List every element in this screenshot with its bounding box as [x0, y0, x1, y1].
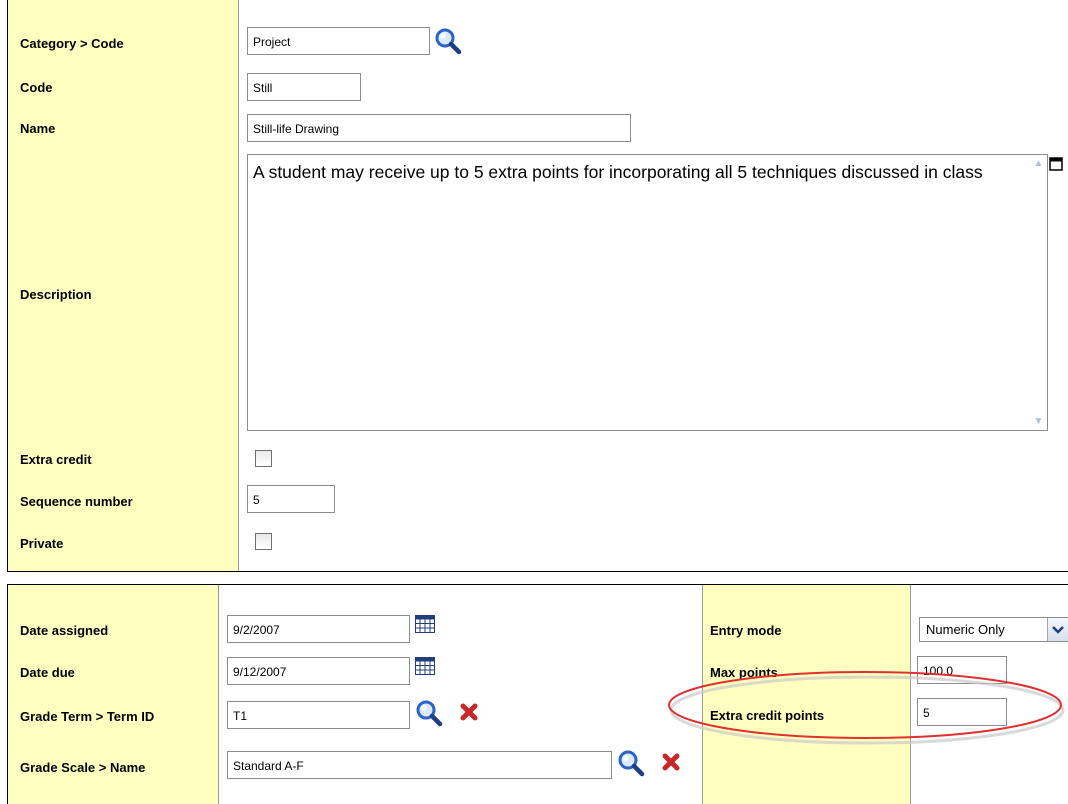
entry-mode-select[interactable]: Numeric Only — [919, 617, 1068, 642]
sequence-number-input[interactable]: 5 — [247, 485, 335, 513]
grade-term-input[interactable]: T1 — [227, 701, 410, 729]
scroll-down-icon[interactable]: ▼ — [1030, 413, 1047, 430]
description-label: Description — [20, 287, 92, 302]
date-due-label: Date due — [20, 665, 75, 680]
calendar-icon[interactable] — [415, 615, 435, 633]
entry-mode-value: Numeric Only — [926, 622, 1005, 637]
magnifier-icon[interactable] — [434, 27, 462, 55]
window-expand-icon[interactable] — [1049, 157, 1063, 171]
red-x-icon[interactable] — [661, 752, 681, 772]
date-due-input[interactable]: 9/12/2007 — [227, 657, 410, 685]
chevron-down-icon[interactable] — [1047, 618, 1068, 641]
entry-mode-label: Entry mode — [710, 623, 782, 638]
code-label: Code — [20, 80, 53, 95]
name-label: Name — [20, 121, 56, 136]
grade-scale-input[interactable]: Standard A-F — [227, 751, 612, 779]
magnifier-icon[interactable] — [415, 699, 443, 727]
grade-scale-label: Grade Scale > Name — [20, 760, 146, 775]
category-code-input[interactable]: Project — [247, 27, 430, 55]
description-text[interactable]: A student may receive up to 5 extra poin… — [253, 160, 1013, 184]
private-checkbox[interactable] — [255, 533, 272, 550]
grade-term-label: Grade Term > Term ID — [20, 709, 155, 724]
magnifier-icon[interactable] — [617, 749, 645, 777]
calendar-icon[interactable] — [415, 657, 435, 675]
extra-credit-checkbox[interactable] — [255, 450, 272, 467]
scrollbar[interactable]: ▲ ▼ — [1030, 155, 1047, 430]
category-code-label: Category > Code — [20, 36, 124, 51]
code-input[interactable]: Still — [247, 73, 361, 101]
scroll-up-icon[interactable]: ▲ — [1030, 155, 1047, 172]
assignment-general-panel: Category > Code Project Code Still Name … — [7, 0, 1068, 572]
highlight-oval — [668, 671, 1065, 745]
date-assigned-input[interactable]: 9/2/2007 — [227, 615, 410, 643]
description-textarea[interactable]: A student may receive up to 5 extra poin… — [247, 154, 1048, 431]
name-input[interactable]: Still-life Drawing — [247, 114, 631, 142]
private-label: Private — [20, 536, 64, 551]
sequence-number-label: Sequence number — [20, 494, 133, 509]
date-assigned-label: Date assigned — [20, 623, 109, 638]
red-x-icon[interactable] — [459, 702, 479, 722]
extra-credit-label: Extra credit — [20, 452, 92, 467]
